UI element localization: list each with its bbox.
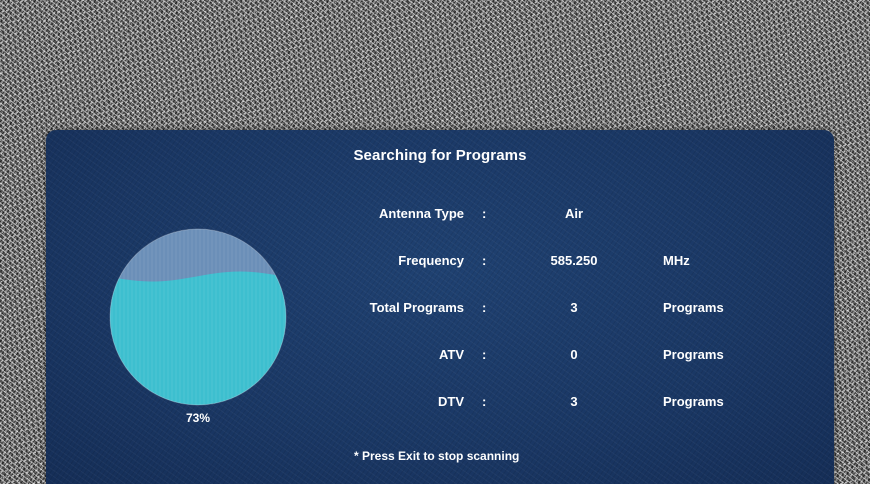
row-dtv: DTV : 3 Programs (46, 394, 834, 414)
frequency-separator: : (482, 253, 487, 268)
frequency-unit: MHz (663, 253, 690, 268)
atv-value: 0 (570, 347, 578, 362)
atv-unit: Programs (663, 347, 724, 362)
row-antenna-type: Antenna Type : Air (46, 206, 834, 226)
dtv-separator: : (482, 394, 487, 409)
total-programs-separator: : (482, 300, 487, 315)
total-programs-label: Total Programs (369, 300, 464, 315)
total-programs-unit: Programs (663, 300, 724, 315)
gauge-fill-level (110, 271, 286, 405)
dtv-value: 3 (570, 394, 578, 409)
row-total-programs: Total Programs : 3 Programs (46, 300, 834, 320)
atv-separator: : (482, 347, 487, 362)
channel-scan-dialog: Searching for Programs 73% Antenna Type … (46, 130, 834, 484)
dtv-label: DTV (438, 394, 464, 409)
dtv-unit: Programs (663, 394, 724, 409)
frequency-value: 585.250 (550, 253, 598, 268)
dialog-title: Searching for Programs (353, 147, 527, 164)
frequency-label: Frequency (398, 253, 464, 268)
row-atv: ATV : 0 Programs (46, 347, 834, 367)
total-programs-value: 3 (570, 300, 578, 315)
stop-scan-hint: * Press Exit to stop scanning (354, 449, 520, 463)
row-frequency: Frequency : 585.250 MHz (46, 253, 834, 273)
antenna-type-value: Air (564, 206, 584, 221)
atv-label: ATV (438, 347, 464, 362)
antenna-type-label: Antenna Type (379, 206, 464, 221)
antenna-type-separator: : (482, 206, 487, 221)
